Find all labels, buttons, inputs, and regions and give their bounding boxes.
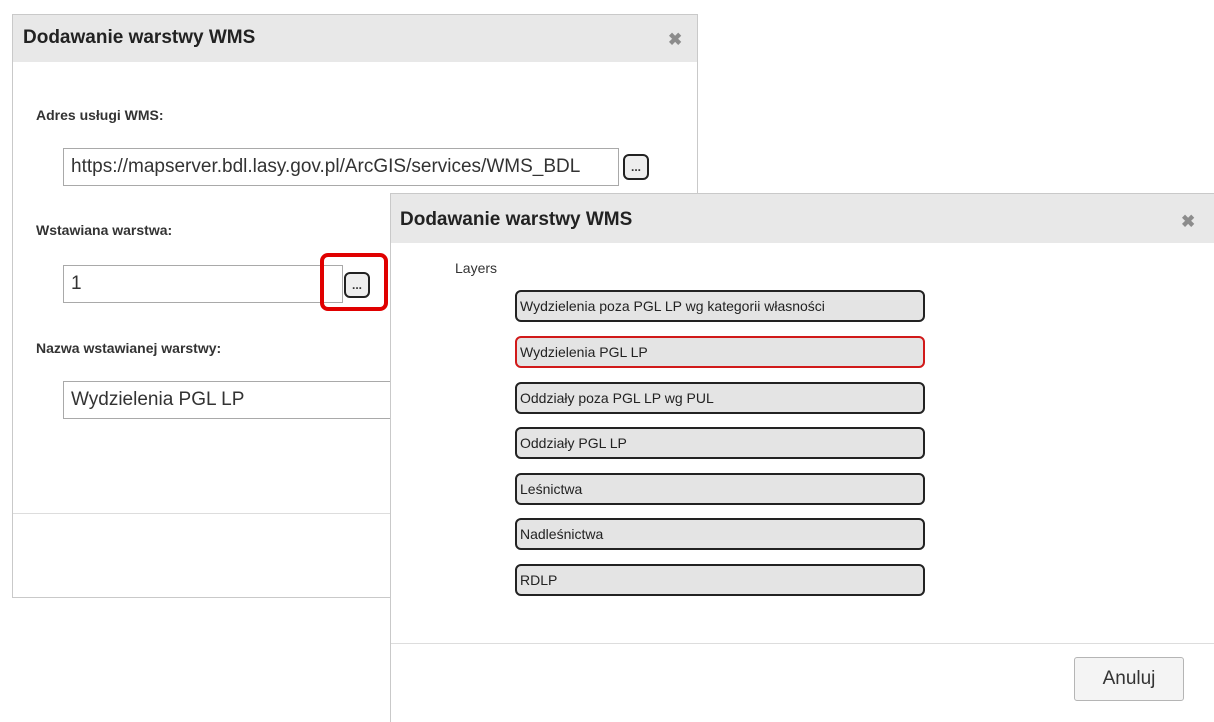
layer-input[interactable] <box>63 265 343 303</box>
close-icon[interactable]: ✖ <box>668 31 682 48</box>
cancel-button[interactable]: Anuluj <box>1074 657 1184 701</box>
layer-item[interactable]: RDLP <box>515 564 925 596</box>
layer-item[interactable]: Oddziały PGL LP <box>515 427 925 459</box>
layer-item[interactable]: Wydzielenia poza PGL LP wg kategorii wła… <box>515 290 925 322</box>
dialog-title: Dodawanie warstwy WMS <box>23 27 256 48</box>
wms-url-label: Adres usługi WMS: <box>36 107 164 123</box>
browse-layers-button[interactable]: ... <box>344 272 370 298</box>
layer-item-selected[interactable]: Wydzielenia PGL LP <box>515 336 925 368</box>
wms-layers-dialog: Dodawanie warstwy WMS ✖ Layers Wydzielen… <box>390 193 1214 722</box>
dialog-title: Dodawanie warstwy WMS <box>400 209 633 230</box>
layer-item[interactable]: Nadleśnictwa <box>515 518 925 550</box>
layer-label: Wstawiana warstwa: <box>36 222 173 238</box>
browse-url-button[interactable]: ... <box>623 154 649 180</box>
footer-divider <box>391 643 1214 644</box>
close-icon[interactable]: ✖ <box>1181 213 1195 230</box>
layer-item[interactable]: Leśnictwa <box>515 473 925 505</box>
layer-item[interactable]: Oddziały poza PGL LP wg PUL <box>515 382 925 414</box>
layer-name-input[interactable] <box>63 381 403 419</box>
layer-name-label: Nazwa wstawianej warstwy: <box>36 340 222 356</box>
wms-url-input[interactable] <box>63 148 619 186</box>
layers-caption: Layers <box>455 260 498 276</box>
